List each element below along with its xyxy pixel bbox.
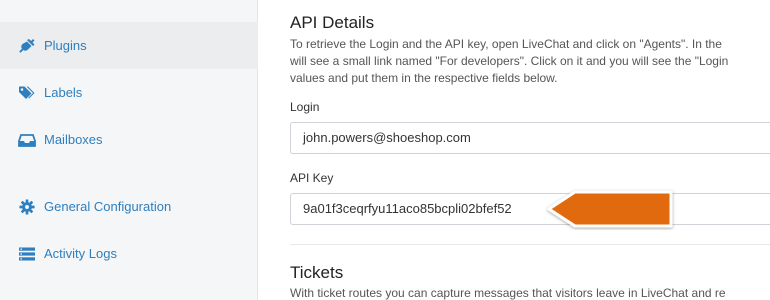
api-key-label: API Key — [290, 171, 334, 185]
sidebar-item-label: Activity Logs — [44, 246, 117, 261]
sidebar-item-label: General Configuration — [44, 199, 172, 214]
plug-icon — [18, 38, 36, 54]
main-content: API Details To retrieve the Login and th… — [259, 0, 770, 300]
list-icon — [18, 246, 36, 262]
annotation-arrow-icon — [547, 190, 673, 228]
login-label: Login — [290, 100, 320, 114]
sidebar-item-plugins[interactable]: Plugins — [0, 22, 258, 69]
sidebar-item-labels[interactable]: Labels — [0, 69, 258, 116]
api-details-title: API Details — [290, 13, 375, 32]
inbox-icon — [18, 132, 36, 148]
api-key-field[interactable]: 9a01f3ceqrfyu11aco85bcpli02bfef52 — [290, 193, 770, 225]
tickets-description: With ticket routes you can capture messa… — [290, 286, 726, 300]
tickets-title: Tickets — [290, 263, 344, 282]
sidebar-item-label: Plugins — [44, 38, 87, 53]
api-details-description: To retrieve the Login and the API key, o… — [290, 37, 729, 85]
sidebar-item-general-configuration[interactable]: General Configuration — [0, 183, 258, 230]
sidebar: Plugins Labels Mailboxes General Configu… — [0, 0, 258, 300]
login-field[interactable]: john.powers@shoeshop.com — [290, 122, 770, 154]
section-divider — [290, 244, 770, 245]
sidebar-item-label: Mailboxes — [44, 132, 103, 147]
sidebar-item-label: Labels — [44, 85, 83, 100]
sidebar-item-activity-logs[interactable]: Activity Logs — [0, 230, 258, 277]
gear-icon — [18, 198, 36, 215]
sidebar-item-mailboxes[interactable]: Mailboxes — [0, 116, 258, 163]
tag-icon — [18, 85, 36, 101]
